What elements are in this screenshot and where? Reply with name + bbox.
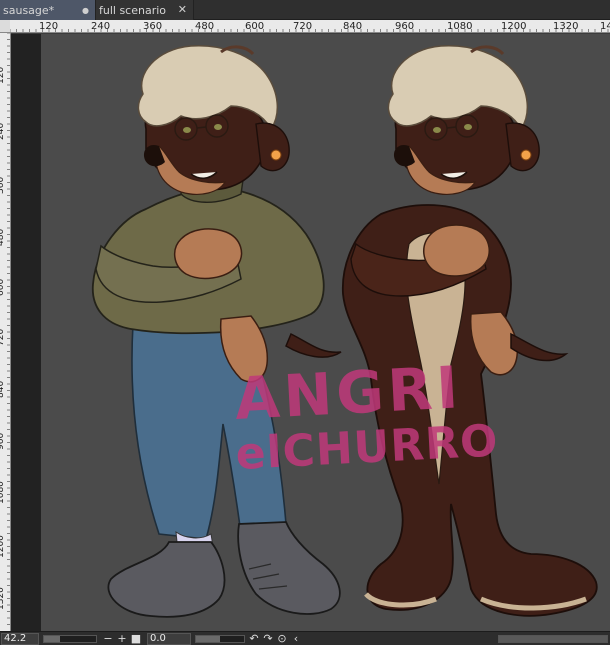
ruler-label: 360 <box>0 176 6 194</box>
ruler-label: 240 <box>91 21 111 32</box>
ruler-label: 1080 <box>447 21 473 32</box>
ruler-label: 1320 <box>0 587 6 610</box>
rotate-right-icon[interactable]: ↷ <box>261 632 275 645</box>
character-unclothed <box>342 45 598 617</box>
watermark: ANGRI elCHURRO <box>233 353 500 518</box>
artwork-viewport[interactable]: ANGRI elCHURRO <box>41 34 610 631</box>
ruler-label: 840 <box>343 21 363 32</box>
ruler-label: 720 <box>0 328 6 346</box>
ruler-label: 480 <box>0 228 6 246</box>
canvas-status-bar: 42.2 − + ■ 0.0 ↶ ↷ ⊙ ‹ <box>0 631 610 645</box>
artwork <box>91 45 598 618</box>
vertical-ruler[interactable]: 120 240 360 480 600 720 840 960 1080 120… <box>0 33 11 631</box>
ruler-label: 240 <box>0 122 6 140</box>
ruler-label: 840 <box>0 380 6 398</box>
collapse-icon[interactable]: ‹ <box>289 632 303 645</box>
tab-full-scenario[interactable]: full scenario ✕ <box>96 0 194 20</box>
zoom-field[interactable]: 42.2 <box>1 632 39 645</box>
rotation-field[interactable]: 0.0 <box>147 632 191 645</box>
ruler-label: 120 <box>0 66 6 84</box>
canvas-area[interactable]: ANGRI elCHURRO <box>11 34 610 631</box>
character-clothed <box>91 45 342 618</box>
horizontal-ruler[interactable]: 120 240 360 480 600 720 840 960 1080 120… <box>10 20 610 33</box>
document-tab-bar: sausage* ● full scenario ✕ <box>0 0 610 20</box>
horizontal-scrollbar[interactable] <box>498 634 608 643</box>
ruler-label: 480 <box>195 21 215 32</box>
zoom-slider[interactable] <box>43 634 97 643</box>
ruler-label: 1200 <box>501 21 527 32</box>
ruler-label: 600 <box>245 21 265 32</box>
zoom-out-icon[interactable]: − <box>101 632 115 645</box>
modified-dot-icon[interactable]: ● <box>82 3 89 19</box>
ruler-label: 960 <box>0 432 6 450</box>
rotate-left-icon[interactable]: ↶ <box>247 632 261 645</box>
tab-sausage[interactable]: sausage* ● <box>0 0 96 20</box>
zoom-in-icon[interactable]: + <box>115 632 129 645</box>
ruler-label: 960 <box>395 21 415 32</box>
fit-icon[interactable]: ■ <box>129 632 143 645</box>
ruler-label: 360 <box>143 21 163 32</box>
watermark-line2: elCHURRO <box>234 415 500 481</box>
ruler-label: 120 <box>39 21 59 32</box>
reset-rotation-icon[interactable]: ⊙ <box>275 632 289 645</box>
ruler-label: 1320 <box>553 21 579 32</box>
tab-label: sausage* <box>3 3 55 17</box>
ruler-label: 14 <box>600 21 610 32</box>
tab-label: full scenario <box>99 3 167 17</box>
ruler-label: 600 <box>0 278 6 296</box>
close-icon[interactable]: ✕ <box>178 2 187 18</box>
ruler-label: 1200 <box>0 535 6 558</box>
rotation-slider[interactable] <box>195 634 245 643</box>
ruler-label: 1080 <box>0 481 6 504</box>
ruler-label: 720 <box>293 21 313 32</box>
app-window: sausage* ● full scenario ✕ 120 240 360 4… <box>0 0 610 645</box>
